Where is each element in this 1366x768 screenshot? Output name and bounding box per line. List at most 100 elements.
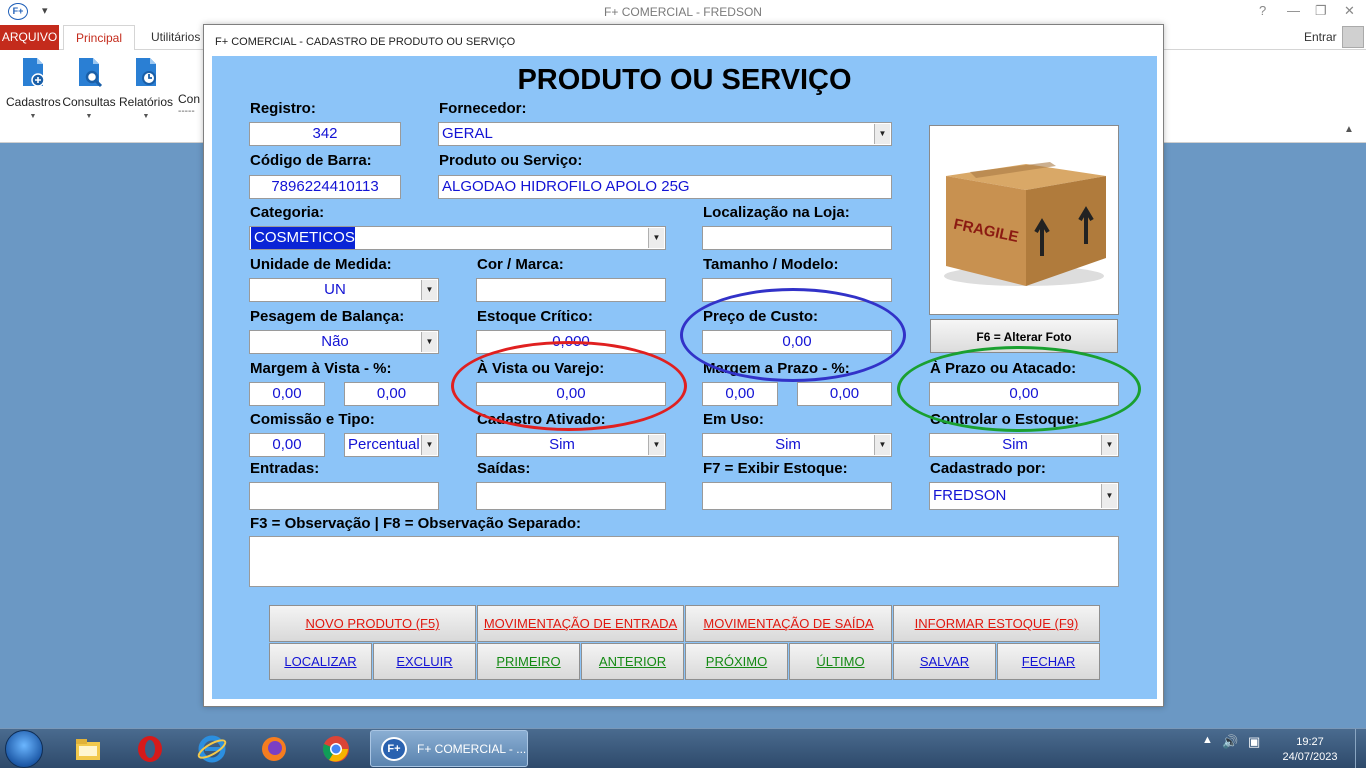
margem-prazo-field-1[interactable]: 0,00 [702,382,778,406]
observacao-textarea[interactable] [249,536,1119,587]
comissao-tipo-value: Percentual [348,436,420,453]
chrome-icon[interactable] [321,734,351,764]
em-uso-value: Sim [775,436,801,453]
localizar-button[interactable]: LOCALIZAR [269,643,372,680]
close-icon[interactable]: ✕ [1344,3,1355,19]
internet-explorer-icon[interactable] [197,734,227,764]
fornecedor-select[interactable]: GERAL ▼ [438,122,892,146]
consultas-button[interactable]: Consultas ▼ [62,56,116,120]
exibir-estoque-field[interactable] [702,482,892,510]
registro-field[interactable]: 342 [249,122,401,146]
unidade-select[interactable]: UN ▼ [249,278,439,302]
con-button[interactable]: Con ----- [178,92,204,117]
fechar-button[interactable]: FECHAR [997,643,1100,680]
dropdown-arrow-icon[interactable]: ▼ [1101,435,1117,455]
dropdown-arrow-icon[interactable]: ▼ [648,435,664,455]
con-label: Con [178,92,201,106]
label-exibir-estoque: F7 = Exibir Estoque: [703,460,848,477]
categoria-select[interactable]: COSMETICOS ▼ [249,226,666,250]
taskbar: F+ F+ COMERCIAL - ... ▲ 🔊 ▣ 19:27 24/07/… [0,728,1366,768]
help-icon[interactable]: ? [1259,3,1266,18]
label-a-prazo: À Prazo ou Atacado: [930,360,1077,377]
salvar-button[interactable]: SALVAR [893,643,996,680]
tamanho-field[interactable] [702,278,892,302]
dropdown-arrow-icon[interactable]: ▼ [421,435,437,455]
cadastro-ativado-select[interactable]: Sim ▼ [476,433,666,457]
produto-servico-field[interactable]: ALGODAO HIDROFILO APOLO 25G [438,175,892,199]
taskbar-task-fcomercial[interactable]: F+ F+ COMERCIAL - ... [370,730,528,767]
label-margem-vista: Margem à Vista - %: [250,360,392,377]
chevron-down-icon: ▼ [85,113,93,120]
margem-vista-field-1[interactable]: 0,00 [249,382,325,406]
user-avatar[interactable] [1342,26,1364,48]
cadastros-icon [23,58,45,87]
cadastrado-por-select[interactable]: FREDSON ▼ [929,482,1119,510]
dropdown-arrow-icon[interactable]: ▼ [874,435,890,455]
controlar-estoque-value: Sim [1002,436,1028,453]
chevron-up-icon[interactable]: ▲ [1344,124,1354,135]
primeiro-button[interactable]: PRIMEIRO [477,643,580,680]
proximo-button[interactable]: PRÓXIMO [685,643,788,680]
tray-up-arrow-icon[interactable]: ▲ [1202,734,1213,746]
anterior-button[interactable]: ANTERIOR [581,643,684,680]
restore-icon[interactable]: ❐ [1315,3,1327,19]
movimentacao-entrada-button[interactable]: MOVIMENTAÇÃO DE ENTRADA [477,605,684,642]
network-icon[interactable]: ▣ [1248,734,1260,750]
show-desktop-button[interactable] [1355,729,1366,768]
label-controlar-estoque: Controlar o Estoque: [930,411,1080,428]
a-prazo-field[interactable]: 0,00 [929,382,1119,406]
relatorios-button[interactable]: Relatórios ▼ [118,56,174,120]
dropdown-arrow-icon[interactable]: ▼ [874,124,890,144]
informar-estoque-button[interactable]: INFORMAR ESTOQUE (F9) [893,605,1100,642]
chevron-down-icon: ▼ [29,113,37,120]
dialog-title: F+ COMERCIAL - CADASTRO DE PRODUTO OU SE… [215,36,516,48]
cadastros-label: Cadastros [6,95,61,109]
dropdown-arrow-icon[interactable]: ▼ [421,332,437,352]
dropdown-arrow-icon[interactable]: ▼ [421,280,437,300]
label-comissao: Comissão e Tipo: [250,411,375,428]
system-clock[interactable]: 19:27 24/07/2023 [1272,735,1348,765]
entradas-field[interactable] [249,482,439,510]
label-produto-servico: Produto ou Serviço: [439,152,583,169]
margem-prazo-field-2[interactable]: 0,00 [797,382,892,406]
saidas-field[interactable] [476,482,666,510]
firefox-icon[interactable] [259,734,289,764]
cadastros-button[interactable]: Cadastros ▼ [6,56,61,120]
label-cadastro-ativado: Cadastro Ativado: [477,411,606,428]
controlar-estoque-select[interactable]: Sim ▼ [929,433,1119,457]
start-button[interactable] [5,730,43,768]
em-uso-select[interactable]: Sim ▼ [702,433,892,457]
excluir-button[interactable]: EXCLUIR [373,643,476,680]
cor-marca-field[interactable] [476,278,666,302]
codigo-barra-field[interactable]: 7896224410113 [249,175,401,199]
comissao-field[interactable]: 0,00 [249,433,325,457]
entrar-link[interactable]: Entrar [1304,25,1337,50]
movimentacao-saida-button[interactable]: MOVIMENTAÇÃO DE SAÍDA [685,605,892,642]
preco-custo-field[interactable]: 0,00 [702,330,892,354]
localizacao-field[interactable] [702,226,892,250]
pesagem-select[interactable]: Não ▼ [249,330,439,354]
tab-arquivo[interactable]: ARQUIVO [0,25,59,50]
a-vista-field[interactable]: 0,00 [476,382,666,406]
estoque-critico-field[interactable]: 0,000 [476,330,666,354]
consultas-label: Consultas [62,95,116,109]
dropdown-arrow-icon[interactable]: ▼ [1101,484,1117,508]
tab-principal[interactable]: Principal [63,25,135,51]
alterar-foto-button[interactable]: F6 = Alterar Foto [930,319,1118,353]
file-explorer-icon[interactable] [73,734,103,764]
pesagem-value: Não [321,333,349,350]
label-registro: Registro: [250,100,316,117]
clock-date: 24/07/2023 [1282,751,1338,763]
opera-icon[interactable] [135,734,165,764]
ultimo-button[interactable]: ÚLTIMO [789,643,892,680]
minimize-icon[interactable]: — [1287,3,1300,18]
volume-icon[interactable]: 🔊 [1222,734,1238,750]
dropdown-arrow-icon[interactable]: ▼ [648,228,664,248]
tab-utilitarios[interactable]: Utilitários [151,25,200,50]
comissao-tipo-select[interactable]: Percentual ▼ [344,433,439,457]
label-cor-marca: Cor / Marca: [477,256,564,273]
margem-vista-field-2[interactable]: 0,00 [344,382,439,406]
label-localizacao: Localização na Loja: [703,204,850,221]
chevron-down-icon: ▼ [142,113,150,120]
novo-produto-button[interactable]: NOVO PRODUTO (F5) [269,605,476,642]
